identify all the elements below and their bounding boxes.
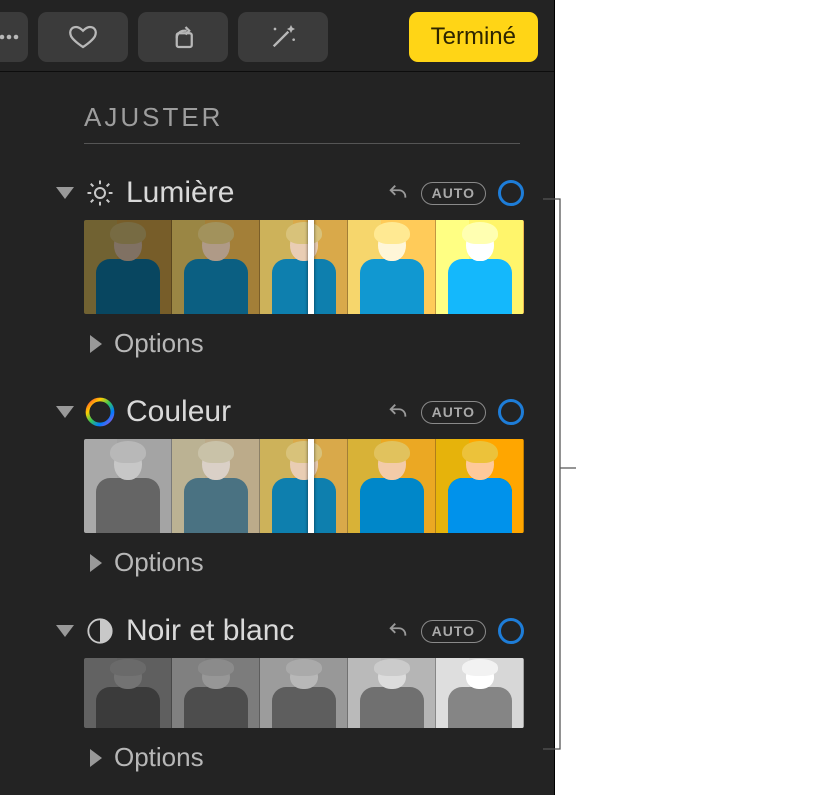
- thumb: [260, 658, 348, 728]
- color-wheel-icon: [84, 396, 116, 428]
- section-light-label: Lumière: [126, 176, 234, 210]
- divider: [84, 143, 520, 144]
- more-button[interactable]: [0, 12, 28, 62]
- section-bw-header[interactable]: Noir et blanc AUTO: [50, 610, 554, 658]
- options-label: Options: [114, 742, 204, 773]
- options-label: Options: [114, 328, 204, 359]
- options-color[interactable]: Options: [50, 533, 554, 602]
- toggle-ring-color[interactable]: [498, 399, 524, 425]
- auto-button-bw[interactable]: AUTO: [421, 620, 486, 643]
- chevron-right-icon: [90, 335, 102, 353]
- thumb: [348, 220, 436, 314]
- edit-panel: Terminé AJUSTER Lumière AUTO: [0, 0, 555, 795]
- toolbar: Terminé: [0, 0, 554, 72]
- section-bw: Noir et blanc AUTO Options: [50, 610, 554, 797]
- slider-handle[interactable]: [308, 439, 314, 533]
- adjust-pane: AJUSTER Lumière AUTO: [0, 72, 554, 797]
- section-color: Couleur AUTO Options: [50, 391, 554, 602]
- thumb: [84, 658, 172, 728]
- thumb: [260, 220, 348, 314]
- undo-icon[interactable]: [387, 401, 409, 423]
- thumb: [436, 658, 524, 728]
- heart-icon: [68, 22, 98, 52]
- section-light: Lumière AUTO Options: [50, 172, 554, 383]
- thumb: [348, 439, 436, 533]
- wand-icon: [267, 21, 299, 53]
- section-color-label: Couleur: [126, 395, 231, 429]
- chevron-down-icon: [56, 187, 74, 199]
- section-color-header[interactable]: Couleur AUTO: [50, 391, 554, 439]
- options-light[interactable]: Options: [50, 314, 554, 383]
- undo-icon[interactable]: [387, 620, 409, 642]
- auto-button-light[interactable]: AUTO: [421, 182, 486, 205]
- enhance-button[interactable]: [238, 12, 328, 62]
- thumb: [172, 220, 260, 314]
- toggle-ring-light[interactable]: [498, 180, 524, 206]
- rotate-icon: [168, 22, 198, 52]
- thumb: [260, 439, 348, 533]
- chevron-right-icon: [90, 554, 102, 572]
- favorite-button[interactable]: [38, 12, 128, 62]
- adjust-title: AJUSTER: [50, 90, 554, 143]
- rotate-button[interactable]: [138, 12, 228, 62]
- bw-slider[interactable]: [84, 658, 524, 728]
- section-light-header[interactable]: Lumière AUTO: [50, 172, 554, 220]
- color-slider[interactable]: [84, 439, 524, 533]
- thumb: [172, 658, 260, 728]
- thumb: [84, 220, 172, 314]
- thumb: [172, 439, 260, 533]
- section-bw-label: Noir et blanc: [126, 614, 294, 648]
- chevron-down-icon: [56, 625, 74, 637]
- slider-handle[interactable]: [308, 220, 314, 314]
- options-label: Options: [114, 547, 204, 578]
- half-circle-icon: [84, 615, 116, 647]
- thumb: [84, 439, 172, 533]
- chevron-down-icon: [56, 406, 74, 418]
- chevron-right-icon: [90, 749, 102, 767]
- done-button[interactable]: Terminé: [409, 12, 538, 62]
- auto-button-color[interactable]: AUTO: [421, 401, 486, 424]
- brightness-icon: [84, 177, 116, 209]
- thumb: [436, 439, 524, 533]
- undo-icon[interactable]: [387, 182, 409, 204]
- options-bw[interactable]: Options: [50, 728, 554, 797]
- ellipsis-icon: [0, 25, 21, 49]
- thumb: [348, 658, 436, 728]
- toggle-ring-bw[interactable]: [498, 618, 524, 644]
- light-slider[interactable]: [84, 220, 524, 314]
- thumb: [436, 220, 524, 314]
